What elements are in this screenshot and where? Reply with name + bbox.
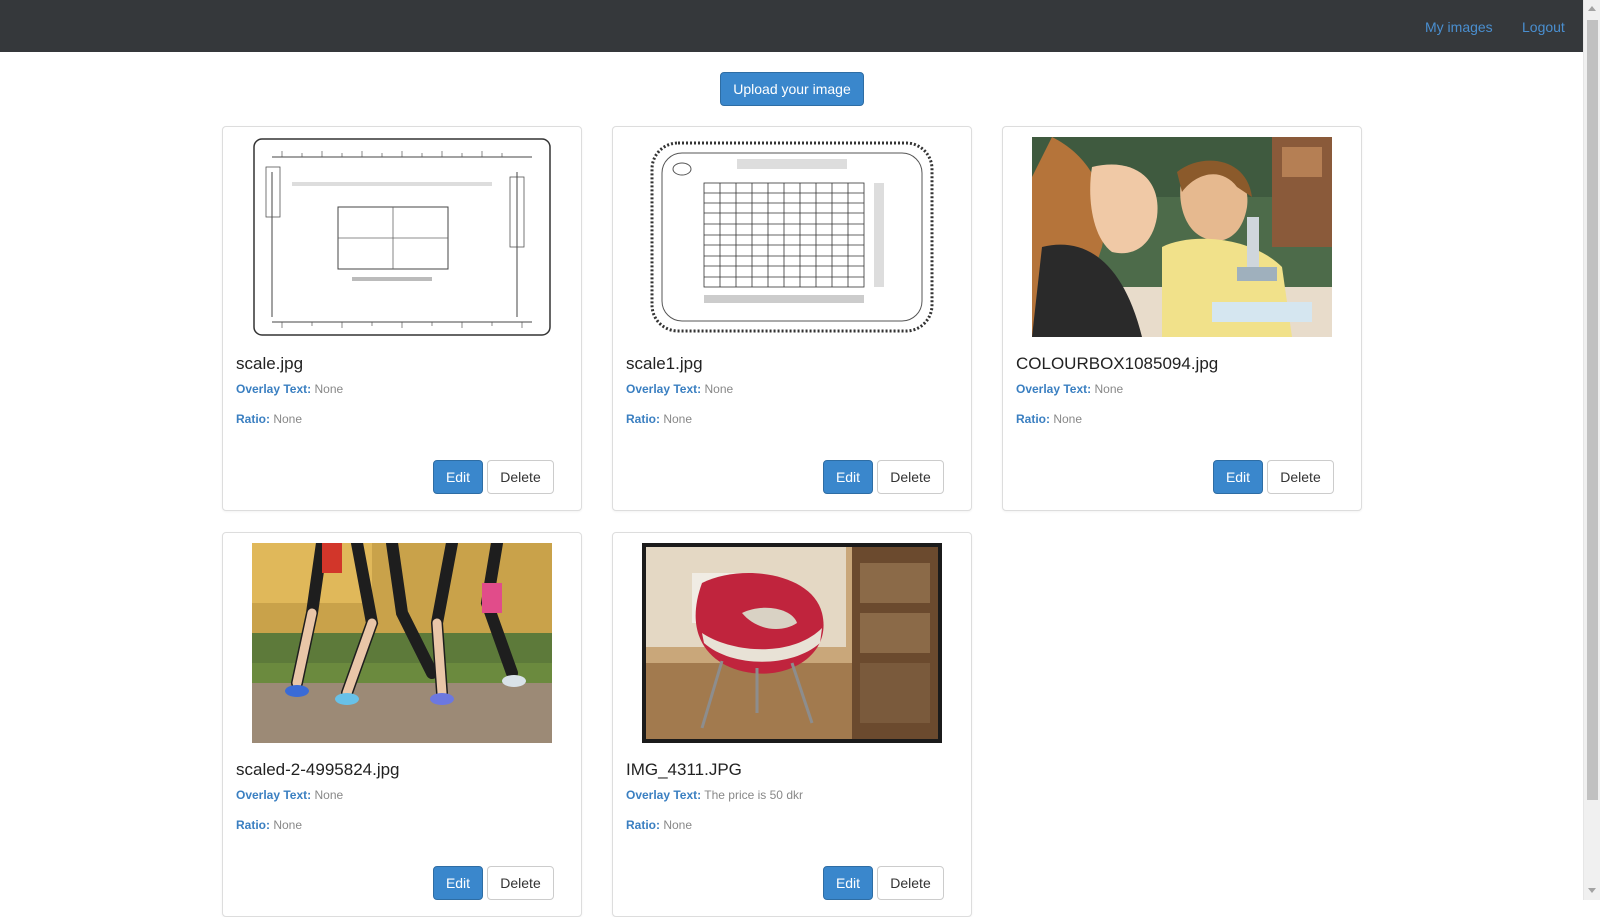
edit-button[interactable]: Edit — [823, 460, 873, 494]
edit-button[interactable]: Edit — [433, 866, 483, 900]
scrollbar-thumb[interactable] — [1587, 20, 1598, 800]
delete-button[interactable]: Delete — [877, 460, 944, 494]
edit-button[interactable]: Edit — [1213, 460, 1263, 494]
ruler-scale-thumbnail[interactable] — [252, 137, 552, 337]
delete-button[interactable]: Delete — [487, 866, 554, 900]
students-microscope-thumbnail[interactable] — [1032, 137, 1332, 337]
overlay-text-row: Overlay Text: None — [236, 788, 343, 802]
image-card-scaled-2: scaled-2-4995824.jpg Overlay Text: None … — [222, 532, 582, 917]
overlay-value: None — [704, 382, 734, 396]
ratio-label: Ratio: — [626, 412, 660, 426]
ratio-value: None — [273, 412, 303, 426]
overlay-text-row: Overlay Text: None — [626, 382, 733, 396]
image-card-scale1: scale1.jpg Overlay Text: None Ratio: Non… — [612, 126, 972, 511]
card-title: scale1.jpg — [626, 354, 703, 373]
ratio-label: Ratio: — [236, 818, 270, 832]
delete-button[interactable]: Delete — [877, 866, 944, 900]
ratio-row: Ratio: None — [236, 818, 302, 832]
ratio-row: Ratio: None — [1016, 412, 1082, 426]
ratio-value: None — [663, 412, 693, 426]
overlay-text-row: Overlay Text: None — [1016, 382, 1123, 396]
image-card-img-4311: IMG_4311.JPG Overlay Text: The price is … — [612, 532, 972, 917]
upload-image-button[interactable]: Upload your image — [720, 72, 864, 106]
edit-button[interactable]: Edit — [823, 866, 873, 900]
ratio-row: Ratio: None — [236, 412, 302, 426]
utm-grid-thumbnail[interactable] — [642, 137, 942, 337]
ratio-value: None — [1053, 412, 1083, 426]
red-chair-thumbnail[interactable] — [642, 543, 942, 743]
ratio-label: Ratio: — [1016, 412, 1050, 426]
card-title: IMG_4311.JPG — [626, 760, 742, 779]
card-title: scale.jpg — [236, 354, 304, 373]
overlay-value: None — [1094, 382, 1124, 396]
delete-button[interactable]: Delete — [1267, 460, 1334, 494]
edit-button[interactable]: Edit — [433, 460, 483, 494]
image-card-scale: scale.jpg Overlay Text: None Ratio: None… — [222, 126, 582, 511]
overlay-text-row: Overlay Text: None — [236, 382, 343, 396]
overlay-label: Overlay Text: — [236, 382, 312, 396]
scroll-down-arrow-icon[interactable] — [1588, 888, 1596, 893]
card-title: COLOURBOX1085094.jpg — [1016, 354, 1219, 373]
nav-logout-link[interactable]: Logout — [1522, 18, 1565, 36]
overlay-value: None — [314, 788, 344, 802]
scroll-up-arrow-icon[interactable] — [1588, 6, 1596, 11]
overlay-label: Overlay Text: — [1016, 382, 1092, 396]
overlay-value: The price is 50 dkr — [704, 788, 803, 802]
overlay-label: Overlay Text: — [626, 788, 702, 802]
ratio-row: Ratio: None — [626, 412, 692, 426]
ratio-value: None — [663, 818, 693, 832]
delete-button[interactable]: Delete — [487, 460, 554, 494]
runners-legs-thumbnail[interactable] — [252, 543, 552, 743]
top-navbar: My images Logout — [0, 0, 1583, 52]
overlay-label: Overlay Text: — [236, 788, 312, 802]
nav-my-images-link[interactable]: My images — [1425, 18, 1493, 36]
ratio-value: None — [273, 818, 303, 832]
ratio-label: Ratio: — [626, 818, 660, 832]
image-card-colourbox: COLOURBOX1085094.jpg Overlay Text: None … — [1002, 126, 1362, 511]
ratio-row: Ratio: None — [626, 818, 692, 832]
overlay-text-row: Overlay Text: The price is 50 dkr — [626, 788, 803, 802]
overlay-value: None — [314, 382, 344, 396]
overlay-label: Overlay Text: — [626, 382, 702, 396]
ratio-label: Ratio: — [236, 412, 270, 426]
card-title: scaled-2-4995824.jpg — [236, 760, 400, 779]
vertical-scrollbar[interactable] — [1583, 0, 1600, 900]
